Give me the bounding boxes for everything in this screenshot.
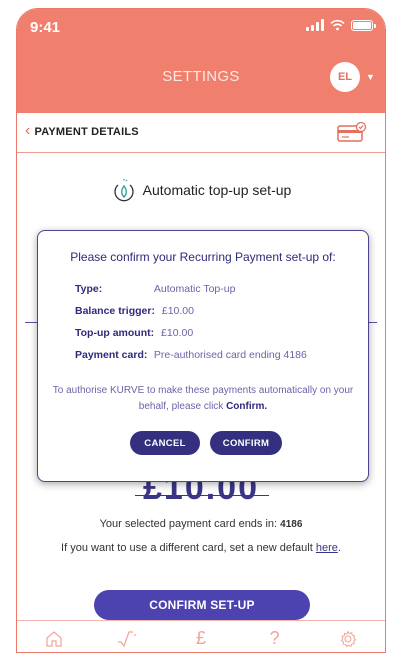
selected-card-text: Your selected payment card ends in: 4186 xyxy=(17,518,385,530)
detail-row-type: Type: Automatic Top-up xyxy=(75,283,235,295)
detail-value: Automatic Top-up xyxy=(153,283,236,295)
detail-key: Type: xyxy=(75,283,103,295)
status-icons xyxy=(306,19,376,31)
confirm-button[interactable]: CONFIRM xyxy=(210,431,282,455)
wifi-icon xyxy=(330,19,345,31)
tab-help[interactable]: ? xyxy=(255,624,295,653)
selected-card-label: Your selected payment card ends in: xyxy=(99,518,278,530)
tab-settings[interactable] xyxy=(328,624,368,653)
help-icon: ? xyxy=(269,628,280,648)
graph-icon xyxy=(118,630,137,647)
detail-row-top-up-amount: Top-up amount: £10.00 xyxy=(75,327,193,339)
detail-row-payment-card: Payment card: Pre-authorised card ending… xyxy=(75,349,307,361)
tab-top-up[interactable]: £ xyxy=(181,624,221,653)
bottom-tab-bar: £ ? xyxy=(17,620,385,653)
avatar[interactable]: EL xyxy=(330,62,360,92)
detail-value: Pre-authorised card ending 4186 xyxy=(153,349,307,361)
cancel-button[interactable]: CANCEL xyxy=(130,431,200,455)
change-card-text: If you want to use a different card, set… xyxy=(17,542,385,554)
confirm-setup-button[interactable]: CONFIRM SET-UP xyxy=(94,590,310,620)
chevron-down-icon[interactable]: ▼ xyxy=(366,72,375,82)
battery-icon xyxy=(351,19,376,31)
confirm-recurring-payment-modal: Please confirm your Recurring Payment se… xyxy=(37,230,369,482)
amount-underline xyxy=(135,495,269,496)
detail-key: Top-up amount: xyxy=(75,327,155,339)
sub-header: ‹ PAYMENT DETAILS xyxy=(17,113,385,153)
back-label: PAYMENT DETAILS xyxy=(34,126,139,138)
back-button[interactable]: ‹ PAYMENT DETAILS xyxy=(25,122,139,139)
tab-usage[interactable] xyxy=(107,624,147,653)
setup-heading: Automatic top-up set-up xyxy=(17,177,385,203)
payment-card-icon xyxy=(337,121,367,142)
modal-title: Please confirm your Recurring Payment se… xyxy=(70,250,336,264)
detail-value: £10.00 xyxy=(161,305,194,317)
settings-gear-icon xyxy=(340,629,357,647)
signal-icon xyxy=(306,19,324,31)
change-card-label: If you want to use a different card, set… xyxy=(61,542,313,554)
modal-message-text: To authorise KURVE to make these payment… xyxy=(52,385,354,412)
change-card-suffix: . xyxy=(337,542,341,554)
modal-message-bold: Confirm. xyxy=(226,401,268,412)
selected-card-last4: 4186 xyxy=(280,519,303,530)
detail-value: £10.00 xyxy=(161,327,194,339)
detail-row-balance-trigger: Balance trigger: £10.00 xyxy=(75,305,194,317)
home-icon xyxy=(46,630,62,647)
status-bar: 9:41 xyxy=(17,9,385,45)
setup-heading-text: Automatic top-up set-up xyxy=(142,182,292,198)
chevron-left-icon: ‹ xyxy=(25,122,31,139)
app-header: 9:41 SETTINGS EL ▼ xyxy=(17,9,385,113)
detail-key: Payment card: xyxy=(75,349,148,361)
pound-icon: £ xyxy=(195,628,206,648)
detail-key: Balance trigger: xyxy=(75,305,155,317)
modal-message: To authorise KURVE to make these payment… xyxy=(48,383,358,415)
auto-top-up-icon xyxy=(114,179,134,202)
status-time: 9:41 xyxy=(30,19,61,36)
change-card-link[interactable]: here xyxy=(316,542,338,554)
tab-home[interactable] xyxy=(34,624,74,653)
